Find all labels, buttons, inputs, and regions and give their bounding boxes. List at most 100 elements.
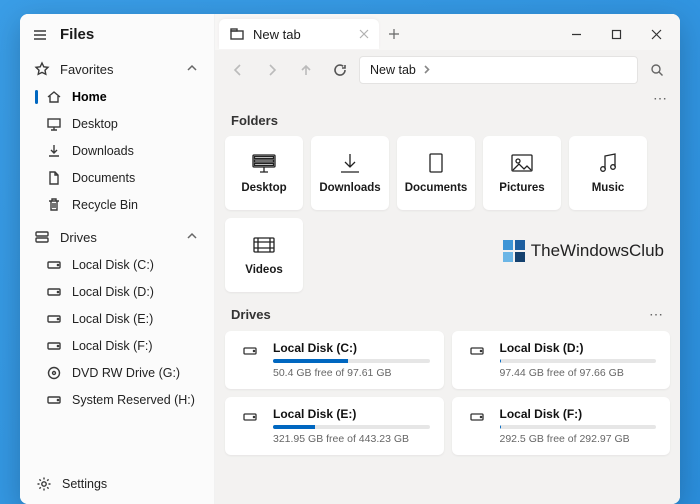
video-big-icon <box>251 234 277 256</box>
sidebar-item-dvd-rw-drive-g-[interactable]: DVD RW Drive (G:) <box>34 360 206 386</box>
tab-active[interactable]: New tab <box>219 19 379 49</box>
folder-label: Videos <box>245 264 283 276</box>
address-path: New tab <box>370 63 416 77</box>
desktop-big-icon <box>251 152 277 174</box>
drive-icon <box>46 392 62 408</box>
folder-label: Downloads <box>319 182 380 194</box>
document-icon <box>46 170 62 186</box>
group-label: Favorites <box>60 62 113 77</box>
sidebar-item-recycle-bin[interactable]: Recycle Bin <box>34 192 206 218</box>
drive-tile-local-disk-f-[interactable]: Local Disk (F:) 292.5 GB free of 292.97 … <box>452 397 671 455</box>
drive-usage-bar <box>273 359 430 363</box>
sidebar-settings[interactable]: Settings <box>28 471 206 497</box>
sidebar-item-label: Recycle Bin <box>72 198 138 212</box>
sidebar-item-downloads[interactable]: Downloads <box>34 138 206 164</box>
app-title: Files <box>60 26 94 43</box>
folder-tile-pictures[interactable]: Pictures <box>483 136 561 210</box>
disc-icon <box>46 365 62 381</box>
sidebar-item-label: Documents <box>72 171 135 185</box>
drive-icon <box>46 311 62 327</box>
content-area: Folders Desktop Downloads Documents Pict… <box>215 109 680 504</box>
music-big-icon <box>595 152 621 174</box>
sidebar-item-local-disk-e-[interactable]: Local Disk (E:) <box>34 306 206 332</box>
nav-toolbar: New tab <box>215 50 680 90</box>
folder-tile-documents[interactable]: Documents <box>397 136 475 210</box>
picture-big-icon <box>509 152 535 174</box>
close-tab-icon[interactable] <box>359 27 369 42</box>
folders-section-label: Folders <box>225 109 670 136</box>
drive-tile-local-disk-d-[interactable]: Local Disk (D:) 97.44 GB free of 97.66 G… <box>452 331 671 389</box>
tab-label: New tab <box>253 27 301 42</box>
folder-tile-desktop[interactable]: Desktop <box>225 136 303 210</box>
sidebar-group-favorites[interactable]: Favorites <box>26 55 208 83</box>
drive-grid: Local Disk (C:) 50.4 GB free of 97.61 GB… <box>225 331 670 455</box>
nav-up-button[interactable] <box>291 56 321 84</box>
folder-label: Music <box>592 182 625 194</box>
drive-free-text: 321.95 GB free of 443.23 GB <box>273 433 430 445</box>
sidebar-item-local-disk-d-[interactable]: Local Disk (D:) <box>34 279 206 305</box>
new-tab-button[interactable] <box>379 19 409 49</box>
sidebar-item-label: Local Disk (D:) <box>72 285 154 299</box>
sidebar-item-label: Local Disk (E:) <box>72 312 153 326</box>
drive-name: Local Disk (D:) <box>500 341 657 355</box>
sidebar-item-label: Local Disk (F:) <box>72 339 153 353</box>
drive-tile-local-disk-c-[interactable]: Local Disk (C:) 50.4 GB free of 97.61 GB <box>225 331 444 389</box>
drives-icon <box>34 229 50 245</box>
sidebar-item-system-reserved-h-[interactable]: System Reserved (H:) <box>34 387 206 413</box>
drive-name: Local Disk (E:) <box>273 407 430 421</box>
drive-tile-local-disk-e-[interactable]: Local Disk (E:) 321.95 GB free of 443.23… <box>225 397 444 455</box>
folder-label: Desktop <box>241 182 286 194</box>
drives-section-label: Drives ⋯ <box>225 302 670 331</box>
settings-label: Settings <box>62 477 107 491</box>
sidebar-item-label: Downloads <box>72 144 134 158</box>
sidebar-item-desktop[interactable]: Desktop <box>34 111 206 137</box>
gear-icon <box>36 476 52 492</box>
window-close-button[interactable] <box>636 19 676 49</box>
sidebar-item-local-disk-c-[interactable]: Local Disk (C:) <box>34 252 206 278</box>
nav-forward-button[interactable] <box>257 56 287 84</box>
sidebar-item-label: DVD RW Drive (G:) <box>72 366 180 380</box>
sidebar-item-label: Home <box>72 90 107 104</box>
drive-usage-bar <box>500 359 657 363</box>
tab-icon <box>229 26 245 42</box>
drive-free-text: 292.5 GB free of 292.97 GB <box>500 433 657 445</box>
address-bar[interactable]: New tab <box>359 56 638 84</box>
download-icon <box>46 143 62 159</box>
hamburger-icon[interactable] <box>32 27 48 43</box>
folder-tile-downloads[interactable]: Downloads <box>311 136 389 210</box>
tab-bar: New tab <box>215 14 680 50</box>
nav-refresh-button[interactable] <box>325 56 355 84</box>
document-big-icon <box>423 152 449 174</box>
drive-icon <box>466 343 488 379</box>
folder-grid: Desktop Downloads Documents Pictures Mus… <box>225 136 670 302</box>
download-big-icon <box>337 152 363 174</box>
main-area: New tab New tab <box>215 14 680 504</box>
sidebar-group-drives[interactable]: Drives <box>26 223 208 251</box>
drives-more-button[interactable]: ⋯ <box>649 306 664 323</box>
drive-name: Local Disk (F:) <box>500 407 657 421</box>
desktop-icon <box>46 116 62 132</box>
drive-icon <box>239 343 261 379</box>
sidebar-item-home[interactable]: Home <box>34 84 206 110</box>
window-maximize-button[interactable] <box>596 19 636 49</box>
nav-back-button[interactable] <box>223 56 253 84</box>
chevron-right-icon <box>422 63 431 77</box>
window-minimize-button[interactable] <box>556 19 596 49</box>
chevron-up-icon <box>186 62 200 76</box>
more-options-button[interactable]: ⋯ <box>653 90 668 107</box>
drive-free-text: 50.4 GB free of 97.61 GB <box>273 367 430 379</box>
drive-icon <box>239 409 261 445</box>
sidebar-item-label: Desktop <box>72 117 118 131</box>
home-icon <box>46 89 62 105</box>
sidebar-item-documents[interactable]: Documents <box>34 165 206 191</box>
folder-tile-videos[interactable]: Videos <box>225 218 303 292</box>
sidebar-item-local-disk-f-[interactable]: Local Disk (F:) <box>34 333 206 359</box>
star-icon <box>34 61 50 77</box>
folder-label: Documents <box>405 182 468 194</box>
drive-usage-bar <box>273 425 430 429</box>
folder-label: Pictures <box>499 182 544 194</box>
drive-icon <box>46 257 62 273</box>
trash-icon <box>46 197 62 213</box>
search-button[interactable] <box>642 56 672 84</box>
folder-tile-music[interactable]: Music <box>569 136 647 210</box>
